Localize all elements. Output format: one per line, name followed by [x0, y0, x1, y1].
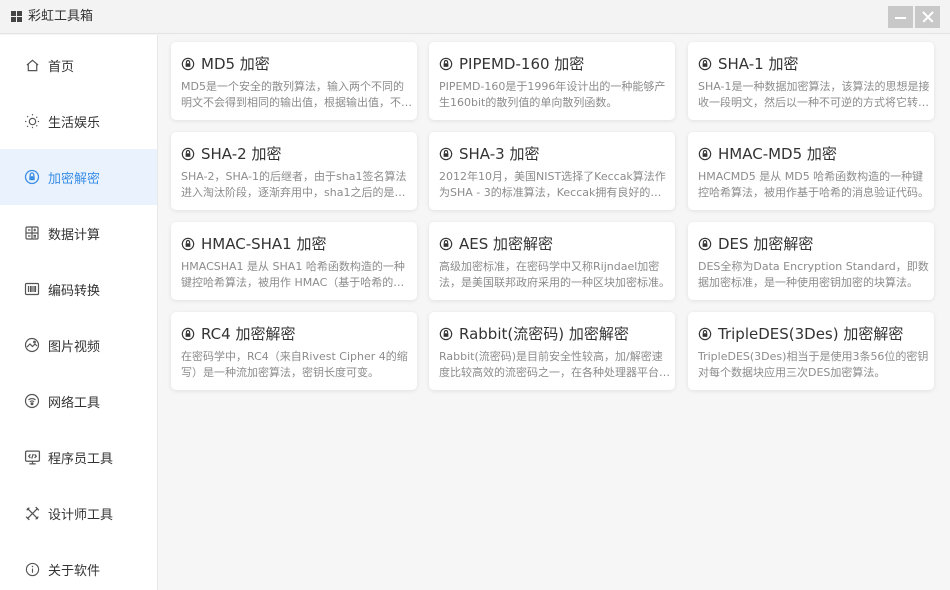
lock-icon — [181, 327, 195, 340]
lock-icon — [439, 57, 453, 70]
card-description: HMACSHA1 是从 SHA1 哈希函数构造的一种键控哈希算法，被用作 HMA… — [181, 260, 405, 289]
window-title: 彩虹工具箱 — [28, 9, 94, 24]
card-title: HMAC-MD5 加密 — [718, 145, 837, 163]
tool-card-tripledes[interactable]: TripleDES(3Des) 加密解密 TripleDES(3Des)相当于是… — [688, 312, 934, 390]
card-title: DES 加密解密 — [718, 235, 814, 253]
tool-card-hmac-md5[interactable]: HMAC-MD5 加密 HMACMD5 是从 MD5 哈希函数构造的一种键控哈希… — [688, 132, 934, 210]
card-title: Rabbit(流密码) 加密解密 — [459, 325, 629, 343]
tool-card-sha1[interactable]: SHA-1 加密 SHA-1是一种数据加密算法，该算法的思想是接收一段明文，然后… — [688, 42, 934, 120]
card-description: 2012年10月，美国NIST选择了Keccak算法作为SHA - 3的标准算法… — [439, 170, 666, 199]
info-icon — [23, 560, 41, 578]
lock-icon — [698, 237, 712, 250]
calculator-icon — [23, 224, 41, 242]
lock-icon — [698, 147, 712, 160]
tool-card-pipemd160[interactable]: PIPEMD-160 加密 PIPEMD-160是于1996年设计出的一种能够产… — [429, 42, 675, 120]
lock-icon — [181, 57, 195, 70]
card-title: SHA-3 加密 — [459, 145, 540, 163]
app-logo-icon — [11, 11, 22, 22]
tool-card-des[interactable]: DES 加密解密 DES全称为Data Encryption Standard，… — [688, 222, 934, 300]
sidebar-item-designer[interactable]: 设计师工具 — [0, 485, 157, 541]
card-title: RC4 加密解密 — [201, 325, 296, 343]
home-icon — [23, 56, 41, 74]
sidebar-item-label: 设计师工具 — [48, 507, 114, 523]
barcode-icon — [23, 280, 41, 298]
sidebar-item-encoding[interactable]: 编码转换 — [0, 261, 157, 317]
lock-icon — [439, 147, 453, 160]
sidebar-item-life[interactable]: 生活娱乐 — [0, 93, 157, 149]
card-title: TripleDES(3Des) 加密解密 — [718, 325, 904, 343]
lock-icon — [439, 327, 453, 340]
card-title: PIPEMD-160 加密 — [459, 55, 585, 73]
sidebar-item-label: 图片视频 — [48, 339, 101, 355]
card-description: MD5是一个安全的散列算法，输入两个不同的明文不会得到相同的输出值，根据输出值，… — [181, 80, 412, 109]
sidebar-item-crypto[interactable]: 加密解密 — [0, 149, 157, 205]
close-button[interactable] — [915, 6, 940, 28]
card-description: PIPEMD-160是于1996年设计出的一种能够产生160bit的散列值的单向… — [439, 80, 666, 109]
sidebar-item-label: 网络工具 — [48, 395, 101, 411]
image-icon — [23, 336, 41, 354]
code-icon — [23, 448, 41, 466]
card-title: MD5 加密 — [201, 55, 270, 73]
card-title: SHA-2 加密 — [201, 145, 282, 163]
minimize-icon — [895, 17, 906, 19]
tool-card-rabbit[interactable]: Rabbit(流密码) 加密解密 Rabbit(流密码)是目前安全性较高，加/解… — [429, 312, 675, 390]
sidebar-item-label: 加密解密 — [48, 171, 101, 187]
card-description: SHA-1是一种数据加密算法，该算法的思想是接收一段明文，然后以一种不可逆的方式… — [698, 80, 930, 109]
sidebar-item-about[interactable]: 关于软件 — [0, 541, 157, 590]
sidebar-item-label: 程序员工具 — [48, 451, 114, 467]
card-description: Rabbit(流密码)是目前安全性较高，加/解密速度比较高效的流密码之一，在各种… — [439, 350, 670, 379]
card-description: 在密码学中，RC4（来自Rivest Cipher 4的缩写）是一种流加密算法，… — [181, 350, 408, 379]
sidebar-item-image-video[interactable]: 图片视频 — [0, 317, 157, 373]
lock-icon — [181, 237, 195, 250]
card-description: DES全称为Data Encryption Standard，即数据加密标准，是… — [698, 260, 929, 289]
sidebar-item-label: 首页 — [48, 59, 75, 75]
tool-card-aes[interactable]: AES 加密解密 高级加密标准，在密码学中又称Rijndael加密法，是美国联邦… — [429, 222, 675, 300]
card-title: HMAC-SHA1 加密 — [201, 235, 327, 253]
sidebar-item-programmer[interactable]: 程序员工具 — [0, 429, 157, 485]
card-title: AES 加密解密 — [459, 235, 554, 253]
card-description: TripleDES(3Des)相当于是使用3条56位的密钥对每个数据块应用三次D… — [698, 350, 929, 379]
sidebar-item-label: 数据计算 — [48, 227, 101, 243]
tool-card-sha2[interactable]: SHA-2 加密 SHA-2，SHA-1的后继者，由于sha1签名算法进入淘汰阶… — [171, 132, 417, 210]
lock-icon — [698, 57, 712, 70]
sidebar-item-home[interactable]: 首页 — [0, 37, 157, 93]
card-description: 高级加密标准，在密码学中又称Rijndael加密法，是美国联邦政府采用的一种区块… — [439, 260, 670, 289]
sidebar-item-label: 关于软件 — [48, 563, 101, 579]
tool-card-md5[interactable]: MD5 加密 MD5是一个安全的散列算法，输入两个不同的明文不会得到相同的输出值… — [171, 42, 417, 120]
card-description: SHA-2，SHA-1的后继者，由于sha1签名算法进入淘汰阶段，逐渐弃用中，s… — [181, 170, 407, 199]
sidebar-item-label: 生活娱乐 — [48, 115, 101, 131]
lock-icon — [23, 168, 41, 186]
sidebar-item-data-calc[interactable]: 数据计算 — [0, 205, 157, 261]
sidebar: 首页 生活娱乐 加密解密 数据计算 编码转换 图片视频 网络工具 程序员工具 设… — [0, 35, 158, 590]
tool-card-rc4[interactable]: RC4 加密解密 在密码学中，RC4（来自Rivest Cipher 4的缩写）… — [171, 312, 417, 390]
lock-icon — [698, 327, 712, 340]
design-tools-icon — [23, 504, 41, 522]
card-title: SHA-1 加密 — [718, 55, 799, 73]
title-bar: 彩虹工具箱 — [0, 0, 950, 34]
lock-icon — [181, 147, 195, 160]
lock-icon — [439, 237, 453, 250]
tool-card-hmac-sha1[interactable]: HMAC-SHA1 加密 HMACSHA1 是从 SHA1 哈希函数构造的一种键… — [171, 222, 417, 300]
sidebar-item-label: 编码转换 — [48, 283, 101, 299]
minimize-button[interactable] — [888, 6, 913, 28]
main-content: MD5 加密 MD5是一个安全的散列算法，输入两个不同的明文不会得到相同的输出值… — [158, 35, 950, 590]
wifi-icon — [23, 392, 41, 410]
tool-card-sha3[interactable]: SHA-3 加密 2012年10月，美国NIST选择了Keccak算法作为SHA… — [429, 132, 675, 210]
sun-icon — [23, 112, 41, 130]
card-description: HMACMD5 是从 MD5 哈希函数构造的一种键控哈希算法，被用作基于哈希的消… — [698, 170, 929, 199]
sidebar-item-network[interactable]: 网络工具 — [0, 373, 157, 429]
